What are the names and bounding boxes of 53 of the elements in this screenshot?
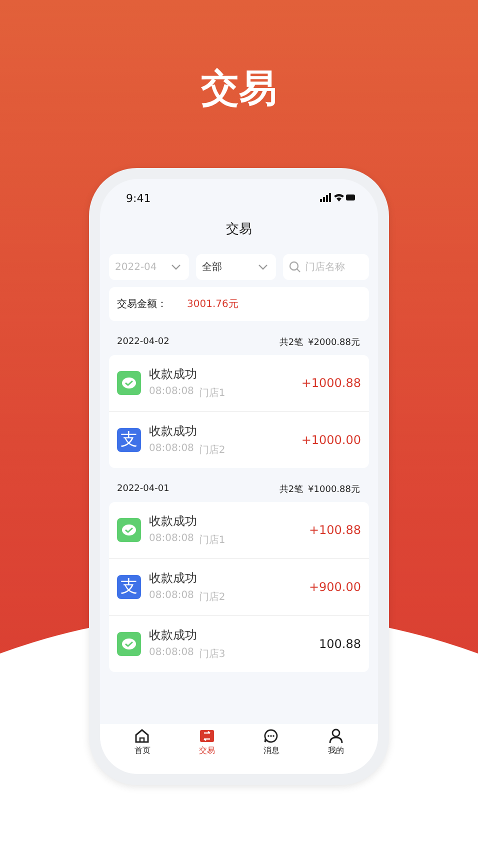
store-name: 门店1 bbox=[198, 386, 226, 400]
headline: 交易 bbox=[201, 65, 277, 112]
group-count: 共2笔 bbox=[279, 336, 304, 348]
chat-bubble-icon bbox=[117, 371, 141, 395]
transaction-row[interactable]: 收款成功 08:08:08 门店3 100.88 bbox=[109, 616, 369, 672]
transaction-time: 08:08:08 bbox=[149, 590, 194, 603]
chevron-icon bbox=[171, 264, 181, 270]
chat-bubble-icon bbox=[117, 518, 141, 542]
status-time: 9:41 bbox=[126, 192, 151, 204]
payment-logo-icon: 支 bbox=[117, 428, 141, 452]
transaction-title: 收款成功 bbox=[149, 423, 198, 440]
store-name: 门店2 bbox=[198, 444, 226, 457]
nav-title: 交易 bbox=[225, 221, 253, 239]
tab-item[interactable]: 我的 bbox=[322, 728, 350, 758]
transaction-title: 收款成功 bbox=[149, 513, 198, 530]
exchange-icon bbox=[198, 728, 215, 744]
store-name: 门店2 bbox=[198, 590, 226, 604]
tab-item[interactable]: 交易 bbox=[192, 728, 221, 758]
group-total: ¥1000.88元 bbox=[308, 484, 360, 496]
chat-bubble-icon bbox=[117, 632, 141, 656]
search-icon bbox=[289, 261, 301, 273]
transaction-row[interactable]: 收款成功 08:08:08 门店1 +1000.88 bbox=[109, 355, 369, 412]
transaction-amount: +100.88 bbox=[308, 523, 361, 537]
transaction-time: 08:08:08 bbox=[149, 386, 194, 399]
transaction-amount: +900.00 bbox=[308, 580, 361, 594]
chevron-icon bbox=[258, 264, 268, 270]
transaction-time: 08:08:08 bbox=[149, 533, 194, 546]
home-icon bbox=[134, 728, 150, 744]
transaction-title: 收款成功 bbox=[149, 570, 198, 587]
transaction-amount: +1000.00 bbox=[301, 433, 361, 447]
search-field[interactable]: 门店名称 bbox=[283, 254, 369, 280]
tab-item[interactable]: 首页 bbox=[128, 728, 156, 758]
summary-label: 交易金额： bbox=[117, 298, 168, 311]
group-count: 共2笔 bbox=[279, 484, 304, 496]
transaction-time: 08:08:08 bbox=[149, 647, 194, 660]
tab-item[interactable]: 消息 bbox=[257, 728, 286, 758]
transaction-amount: +1000.88 bbox=[301, 376, 361, 390]
group-date: 2022-04-01 bbox=[117, 484, 170, 494]
type-dropdown[interactable]: 全部 bbox=[196, 254, 276, 280]
payment-logo-icon: 支 bbox=[117, 575, 141, 599]
store-name: 门店3 bbox=[198, 648, 226, 661]
transaction-title: 收款成功 bbox=[149, 627, 198, 644]
group-date: 2022-04-02 bbox=[117, 337, 170, 347]
store-name: 门店1 bbox=[198, 534, 226, 547]
transaction-row[interactable]: 收款成功 08:08:08 门店1 +100.88 bbox=[109, 502, 369, 559]
status-icons bbox=[320, 193, 356, 203]
transaction-amount: 100.88 bbox=[319, 637, 361, 651]
transaction-title: 收款成功 bbox=[149, 366, 198, 383]
group-total: ¥2000.88元 bbox=[308, 336, 360, 348]
summary-amount: 3001.76元 bbox=[187, 298, 238, 311]
person-icon bbox=[328, 728, 344, 744]
transaction-time: 08:08:08 bbox=[149, 443, 194, 456]
chat-icon bbox=[263, 728, 280, 744]
